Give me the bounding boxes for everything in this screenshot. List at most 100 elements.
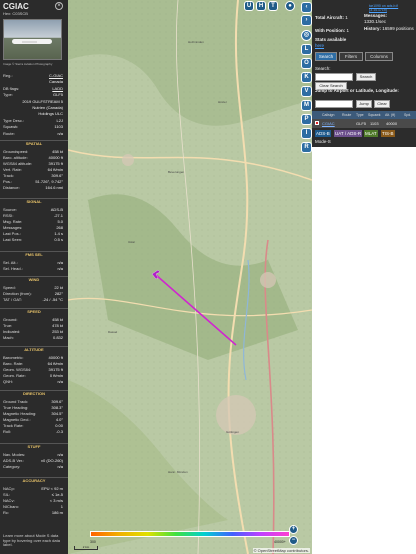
field-label: Speed:	[3, 285, 16, 290]
field-label: Baro. Rate:	[3, 361, 24, 366]
aircraft-list-panel: tar1090 on ads-b.fi (3.14.1719) Total Ai…	[312, 0, 416, 554]
m-button[interactable]: M	[301, 100, 312, 111]
place-label: Dassel	[108, 330, 118, 334]
altitude-section-header: ALTITUDE	[0, 346, 68, 353]
tab-columns[interactable]: Columns	[365, 52, 393, 61]
field-label: QNH:	[3, 379, 13, 384]
fmssel-section-header: FMS SEL	[0, 251, 68, 258]
search-input[interactable]	[315, 73, 353, 81]
field-label: Magnetic Heading:	[3, 411, 37, 416]
t-button[interactable]: T	[268, 1, 278, 11]
settings-icon[interactable]: ●	[285, 1, 295, 11]
modes-label: Mode-S	[315, 139, 331, 144]
stats-link[interactable]: here	[315, 43, 324, 48]
field-label: Distance:	[3, 185, 20, 190]
aircraft-photo[interactable]	[3, 19, 62, 60]
field-value: 458 kt	[52, 149, 63, 154]
signal-section-header: SIGNAL	[0, 198, 68, 205]
field-value: 1.4 s	[54, 231, 63, 236]
field-label: Msg. Rate:	[3, 219, 23, 224]
map-attribution[interactable]: © OpenStreetMap contributors.	[252, 548, 310, 553]
place-label: Höxter	[218, 100, 227, 104]
field-value: 478 kt	[52, 323, 63, 328]
col-spd[interactable]: Spd.	[404, 111, 411, 119]
col-squawk[interactable]: Squawk	[368, 111, 380, 119]
table-row[interactable]: CGIAC GLF5 1103 40000	[312, 119, 416, 128]
field-label: Magnetic Decl.:	[3, 417, 31, 422]
total-aircraft: Total Aircraft: 1	[315, 15, 348, 20]
version-link[interactable]: tar1090 on ads-b.fi (3.14.1719)	[369, 4, 416, 12]
close-icon[interactable]: ×	[55, 2, 63, 10]
i-button[interactable]: I	[301, 128, 312, 139]
field-label: Pos.:	[3, 179, 13, 184]
field-label: Sel. Head.:	[3, 266, 23, 271]
field-label: Ground:	[3, 317, 18, 322]
aircraft-info-panel: CGIAC Hex: C03SCB × Image © Sierra Aviat…	[0, 0, 68, 554]
field-label: TAT / OAT:	[3, 297, 22, 302]
settings-gear-icon[interactable]: ◎	[301, 30, 312, 41]
photo-credit[interactable]: Image © Sierra Aviation Photography	[3, 62, 61, 66]
jump-button[interactable]: Jump	[356, 100, 372, 108]
info-text: Learn more about Mode S data type by hov…	[3, 533, 60, 547]
map-base	[68, 0, 312, 554]
zoom-out-button[interactable]: −	[289, 536, 298, 545]
field-label: ADS-B Ver.:	[3, 458, 25, 463]
k-button[interactable]: K	[301, 72, 312, 83]
col-route[interactable]: Route	[342, 111, 351, 119]
field-label: True Heading:	[3, 405, 29, 410]
o-button[interactable]: O	[301, 58, 312, 69]
field-label: Track:	[3, 173, 14, 178]
field-value: 308.3°	[51, 405, 63, 410]
field-label: NACp:	[3, 486, 15, 491]
field-value: 309.6°	[51, 399, 63, 404]
field-value: 1	[60, 504, 63, 509]
place-label: Holzminden	[188, 40, 204, 44]
field-label: Track Rate:	[3, 423, 24, 428]
expand-sidebar-icon[interactable]: ›	[301, 15, 312, 26]
clear-button[interactable]: Clear	[374, 100, 390, 108]
r-button[interactable]: R	[301, 142, 312, 153]
tab-search[interactable]: Search	[315, 52, 337, 61]
reg-link[interactable]: C-GIAC	[49, 73, 63, 78]
field-value: 0.00	[55, 423, 63, 428]
field-label: Nav. Modes:	[3, 452, 26, 457]
field-value: EPU < 92 m	[41, 486, 63, 491]
map-view[interactable]: Holzminden Höxter Beverungen Uslar Dasse…	[68, 0, 312, 554]
aircraft-hex: Hex: C03SCB	[3, 11, 28, 16]
field-value: 39175 ft	[48, 161, 63, 166]
jump-input[interactable]	[315, 100, 353, 108]
field-label: WGS84 altitude:	[3, 161, 33, 166]
p-button[interactable]: P	[301, 114, 312, 125]
ladd-link[interactable]: LADD	[52, 86, 63, 91]
zoom-in-button[interactable]: +	[289, 525, 298, 534]
flag-icon	[315, 121, 319, 125]
stuff-section-header: STUFF	[0, 443, 68, 450]
field-value: ADS-B	[50, 207, 63, 212]
field-value: 282°	[54, 291, 63, 296]
l-button[interactable]: L	[301, 44, 312, 55]
field-value: 22 kt	[54, 285, 63, 290]
field-label: Geom. Rate:	[3, 373, 26, 378]
field-value: 309.6°	[51, 173, 63, 178]
search-button[interactable]: Search	[356, 73, 376, 81]
field-label: Ground Track:	[3, 399, 29, 404]
field-value: 0 ft/min	[49, 373, 63, 378]
spatial-section-header: SPATIAL	[0, 140, 68, 147]
v-button[interactable]: V	[301, 86, 312, 97]
field-label: Source:	[3, 207, 17, 212]
field-label: Sel. Alt.:	[3, 260, 18, 265]
collapse-sidebar-icon[interactable]: ‹	[301, 2, 312, 13]
list-blank-area	[312, 147, 416, 554]
u-button[interactable]: U	[244, 1, 254, 11]
field-value: < 3 m/s	[49, 498, 63, 503]
field-value: 186 m	[51, 510, 63, 515]
field-value: n/a	[57, 464, 63, 469]
col-alt[interactable]: Alt. (ft)	[385, 111, 395, 119]
tab-filters[interactable]: Filters	[339, 52, 363, 61]
field-label: Indicated:	[3, 329, 21, 334]
h-button[interactable]: H	[256, 1, 266, 11]
jump-label: Jump to Airport or Latitude, Longitude:	[315, 88, 399, 93]
col-callsign[interactable]: Callsign	[322, 111, 334, 119]
field-value: -0.3	[56, 429, 63, 434]
col-type[interactable]: Type	[356, 111, 364, 119]
